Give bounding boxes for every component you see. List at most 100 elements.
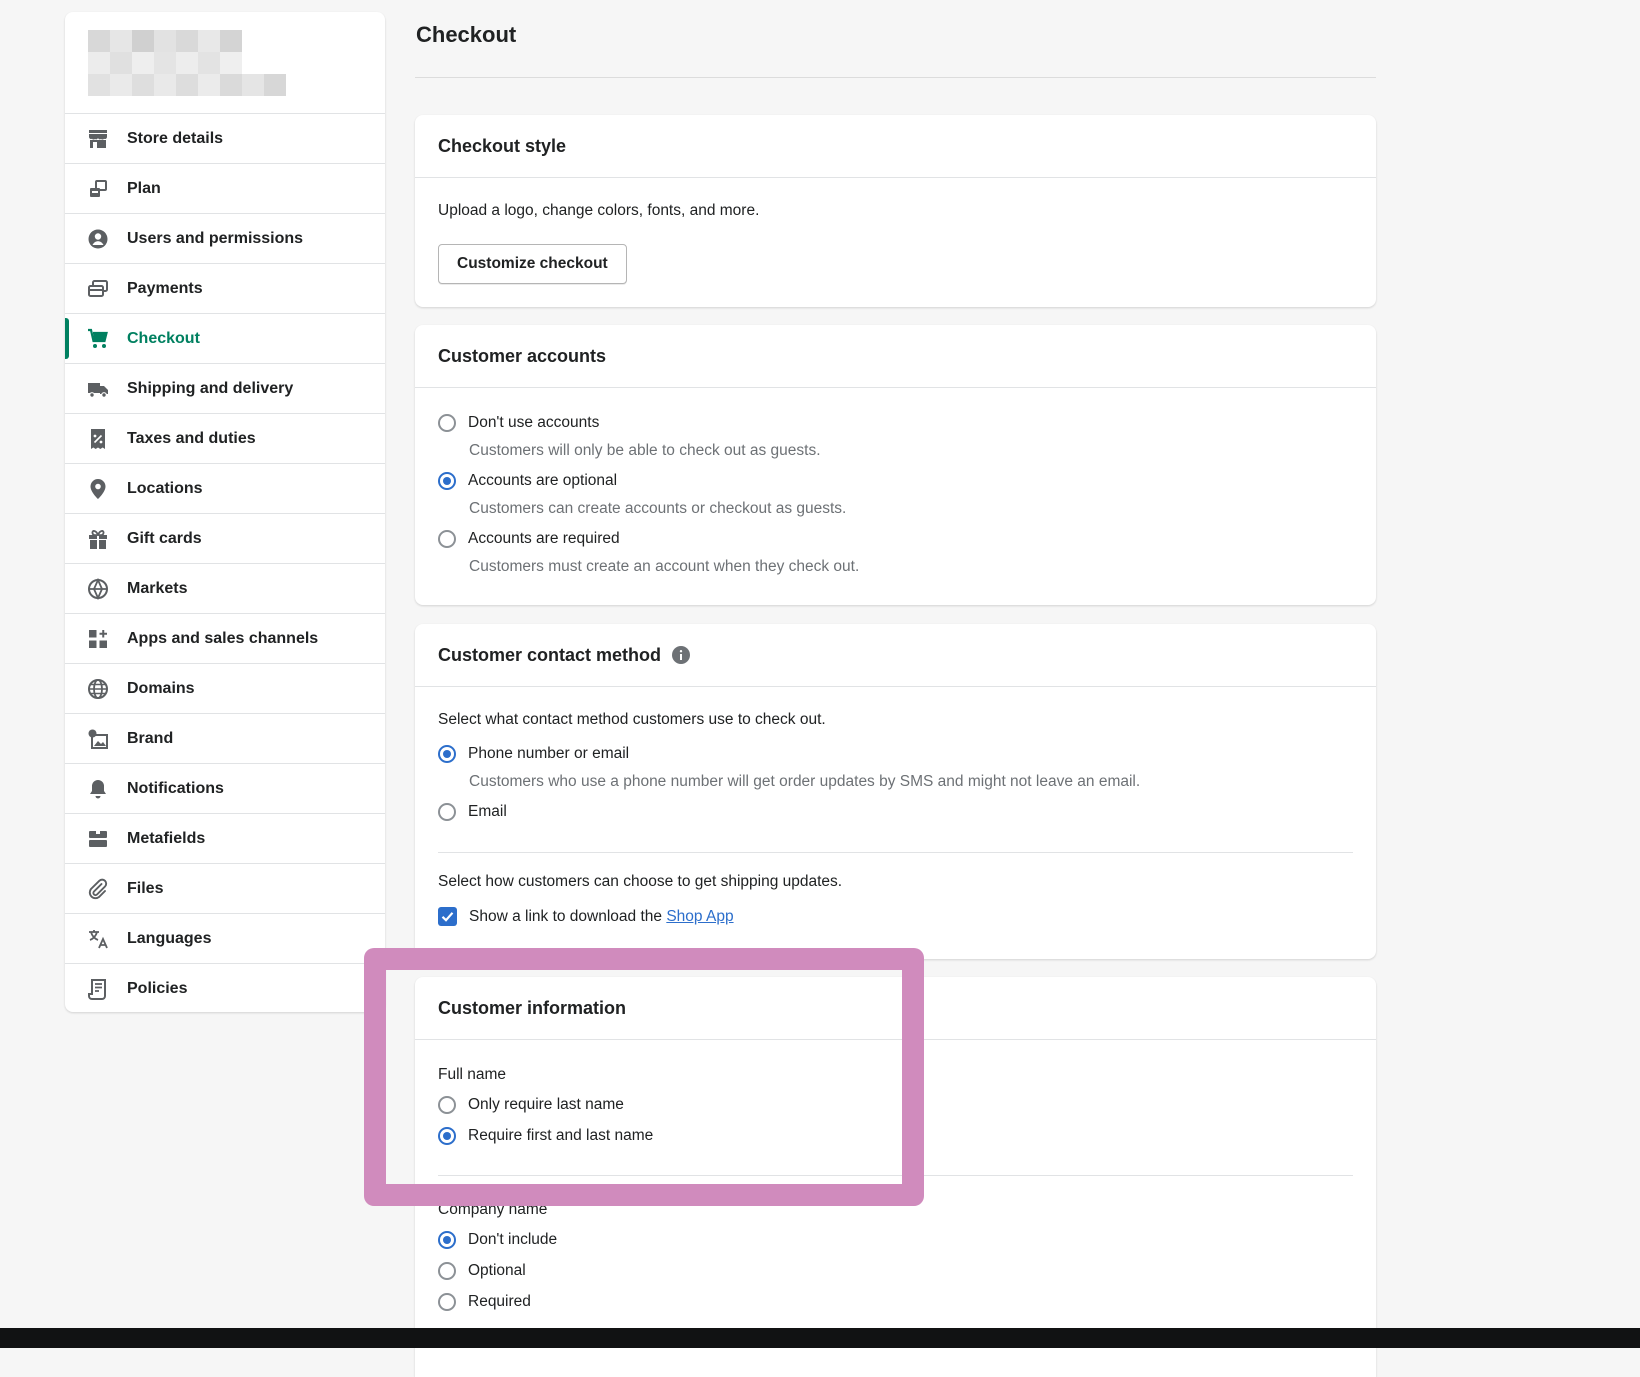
option-help-text: Customers who use a phone number will ge… <box>469 773 1141 790</box>
sidebar-item-policies[interactable]: Policies <box>65 964 385 1012</box>
checkmark-icon <box>441 912 454 922</box>
sidebar-item-label: Languages <box>127 929 212 947</box>
sidebar-item-label: Files <box>127 879 164 897</box>
shipping-updates-prompt: Select how customers can choose to get s… <box>438 873 843 890</box>
radio-email[interactable]: Email <box>438 803 507 821</box>
paperclip-icon <box>87 878 109 900</box>
radio-button[interactable] <box>438 1096 456 1114</box>
radio-button[interactable] <box>438 803 456 821</box>
sidebar-item-label: Shipping and delivery <box>127 379 294 397</box>
sidebar-item-users-and-permissions[interactable]: Users and permissions <box>65 214 385 264</box>
company-name-label: Company name <box>438 1201 548 1218</box>
sidebar-item-markets[interactable]: Markets <box>65 564 385 614</box>
contact-method-prompt: Select what contact method customers use… <box>438 711 826 728</box>
shop-app-link[interactable]: Shop App <box>666 908 733 926</box>
store-logo-blurred <box>65 12 385 114</box>
tax-receipt-icon <box>87 428 109 450</box>
sidebar-item-languages[interactable]: Languages <box>65 914 385 964</box>
radio-dont-use-accounts[interactable]: Don't use accounts <box>438 414 599 432</box>
sidebar-item-taxes-and-duties[interactable]: Taxes and duties <box>65 414 385 464</box>
sidebar-item-label: Checkout <box>127 329 200 347</box>
user-circle-icon <box>87 228 109 250</box>
sidebar-item-plan[interactable]: Plan <box>65 164 385 214</box>
plan-icon <box>87 178 109 200</box>
bell-icon <box>87 778 109 800</box>
payments-icon <box>87 278 109 300</box>
sidebar-item-locations[interactable]: Locations <box>65 464 385 514</box>
settings-sidebar: Store details Plan Users and permissions Pa… <box>65 12 385 1012</box>
radio-button-selected[interactable] <box>438 472 456 490</box>
page-title: Checkout <box>416 22 517 47</box>
radio-button-selected[interactable] <box>438 1231 456 1249</box>
domains-globe-icon <box>87 678 109 700</box>
sidebar-item-label: Store details <box>127 129 224 147</box>
section-divider <box>438 852 1353 853</box>
sidebar-item-metafields[interactable]: Metafields <box>65 814 385 864</box>
radio-accounts-optional[interactable]: Accounts are optional <box>438 472 617 490</box>
radio-company-optional[interactable]: Optional <box>438 1262 526 1280</box>
sidebar-item-shipping-and-delivery[interactable]: Shipping and delivery <box>65 364 385 414</box>
metafields-icon <box>87 828 109 850</box>
section-divider <box>438 1175 1353 1176</box>
radio-button[interactable] <box>438 530 456 548</box>
option-help-text: Customers must create an account when th… <box>469 558 860 575</box>
sidebar-item-label: Policies <box>127 979 188 997</box>
markets-globe-icon <box>87 577 109 600</box>
option-help-text: Customers will only be able to check out… <box>469 442 821 459</box>
sidebar-item-label: Domains <box>127 679 195 697</box>
sidebar-item-store-details[interactable]: Store details <box>65 114 385 164</box>
radio-button[interactable] <box>438 1262 456 1280</box>
card-title: Customer accounts <box>415 325 1376 388</box>
customer-contact-method-card: Customer contact method Select what cont… <box>415 624 1376 959</box>
title-divider <box>415 77 1376 78</box>
brand-icon <box>87 728 109 750</box>
bottom-bar <box>0 1328 1640 1348</box>
policy-document-icon <box>87 978 109 1000</box>
info-icon[interactable] <box>672 646 691 664</box>
translate-icon <box>87 928 109 950</box>
gift-icon <box>87 528 109 550</box>
card-title: Customer information <box>415 977 1376 1040</box>
sidebar-item-label: Plan <box>127 179 161 197</box>
radio-first-and-last-name[interactable]: Require first and last name <box>438 1127 653 1145</box>
checkout-style-description: Upload a logo, change colors, fonts, and… <box>438 202 760 219</box>
sidebar-item-label: Gift cards <box>127 529 202 547</box>
cart-icon <box>87 328 109 350</box>
card-title: Customer contact method <box>415 624 1376 687</box>
checkout-style-card: Checkout style Upload a logo, change col… <box>415 115 1376 307</box>
sidebar-item-payments[interactable]: Payments <box>65 264 385 314</box>
sidebar-item-label: Payments <box>127 279 203 297</box>
radio-button-selected[interactable] <box>438 1127 456 1145</box>
customer-accounts-card: Customer accounts Don't use accounts Cus… <box>415 325 1376 605</box>
sidebar-item-checkout[interactable]: Checkout <box>65 314 385 364</box>
card-title: Checkout style <box>415 115 1376 178</box>
radio-company-required[interactable]: Required <box>438 1293 531 1311</box>
radio-accounts-required[interactable]: Accounts are required <box>438 530 620 548</box>
checkbox-checked[interactable] <box>438 907 457 926</box>
location-pin-icon <box>87 478 109 500</box>
sidebar-item-apps-and-sales-channels[interactable]: Apps and sales channels <box>65 614 385 664</box>
store-icon <box>87 128 109 150</box>
sidebar-nav: Store details Plan Users and permissions Pa… <box>65 114 385 1012</box>
sidebar-item-gift-cards[interactable]: Gift cards <box>65 514 385 564</box>
customize-checkout-button[interactable]: Customize checkout <box>438 244 627 284</box>
apps-icon <box>87 628 109 650</box>
shop-app-checkbox-row[interactable]: Show a link to download the Shop App <box>438 907 734 926</box>
option-help-text: Customers can create accounts or checkou… <box>469 500 847 517</box>
customer-information-card: Customer information Full name Only requ… <box>415 977 1376 1377</box>
sidebar-item-files[interactable]: Files <box>65 864 385 914</box>
sidebar-item-domains[interactable]: Domains <box>65 664 385 714</box>
radio-company-dont-include[interactable]: Don't include <box>438 1231 557 1249</box>
radio-button[interactable] <box>438 1293 456 1311</box>
radio-button[interactable] <box>438 414 456 432</box>
sidebar-item-label: Brand <box>127 729 174 747</box>
sidebar-item-label: Users and permissions <box>127 229 304 247</box>
sidebar-item-notifications[interactable]: Notifications <box>65 764 385 814</box>
radio-only-last-name[interactable]: Only require last name <box>438 1096 624 1114</box>
radio-phone-or-email[interactable]: Phone number or email <box>438 745 629 763</box>
sidebar-item-brand[interactable]: Brand <box>65 714 385 764</box>
full-name-label: Full name <box>438 1066 507 1083</box>
sidebar-item-label: Notifications <box>127 779 224 797</box>
sidebar-item-label: Taxes and duties <box>127 429 256 447</box>
radio-button-selected[interactable] <box>438 745 456 763</box>
